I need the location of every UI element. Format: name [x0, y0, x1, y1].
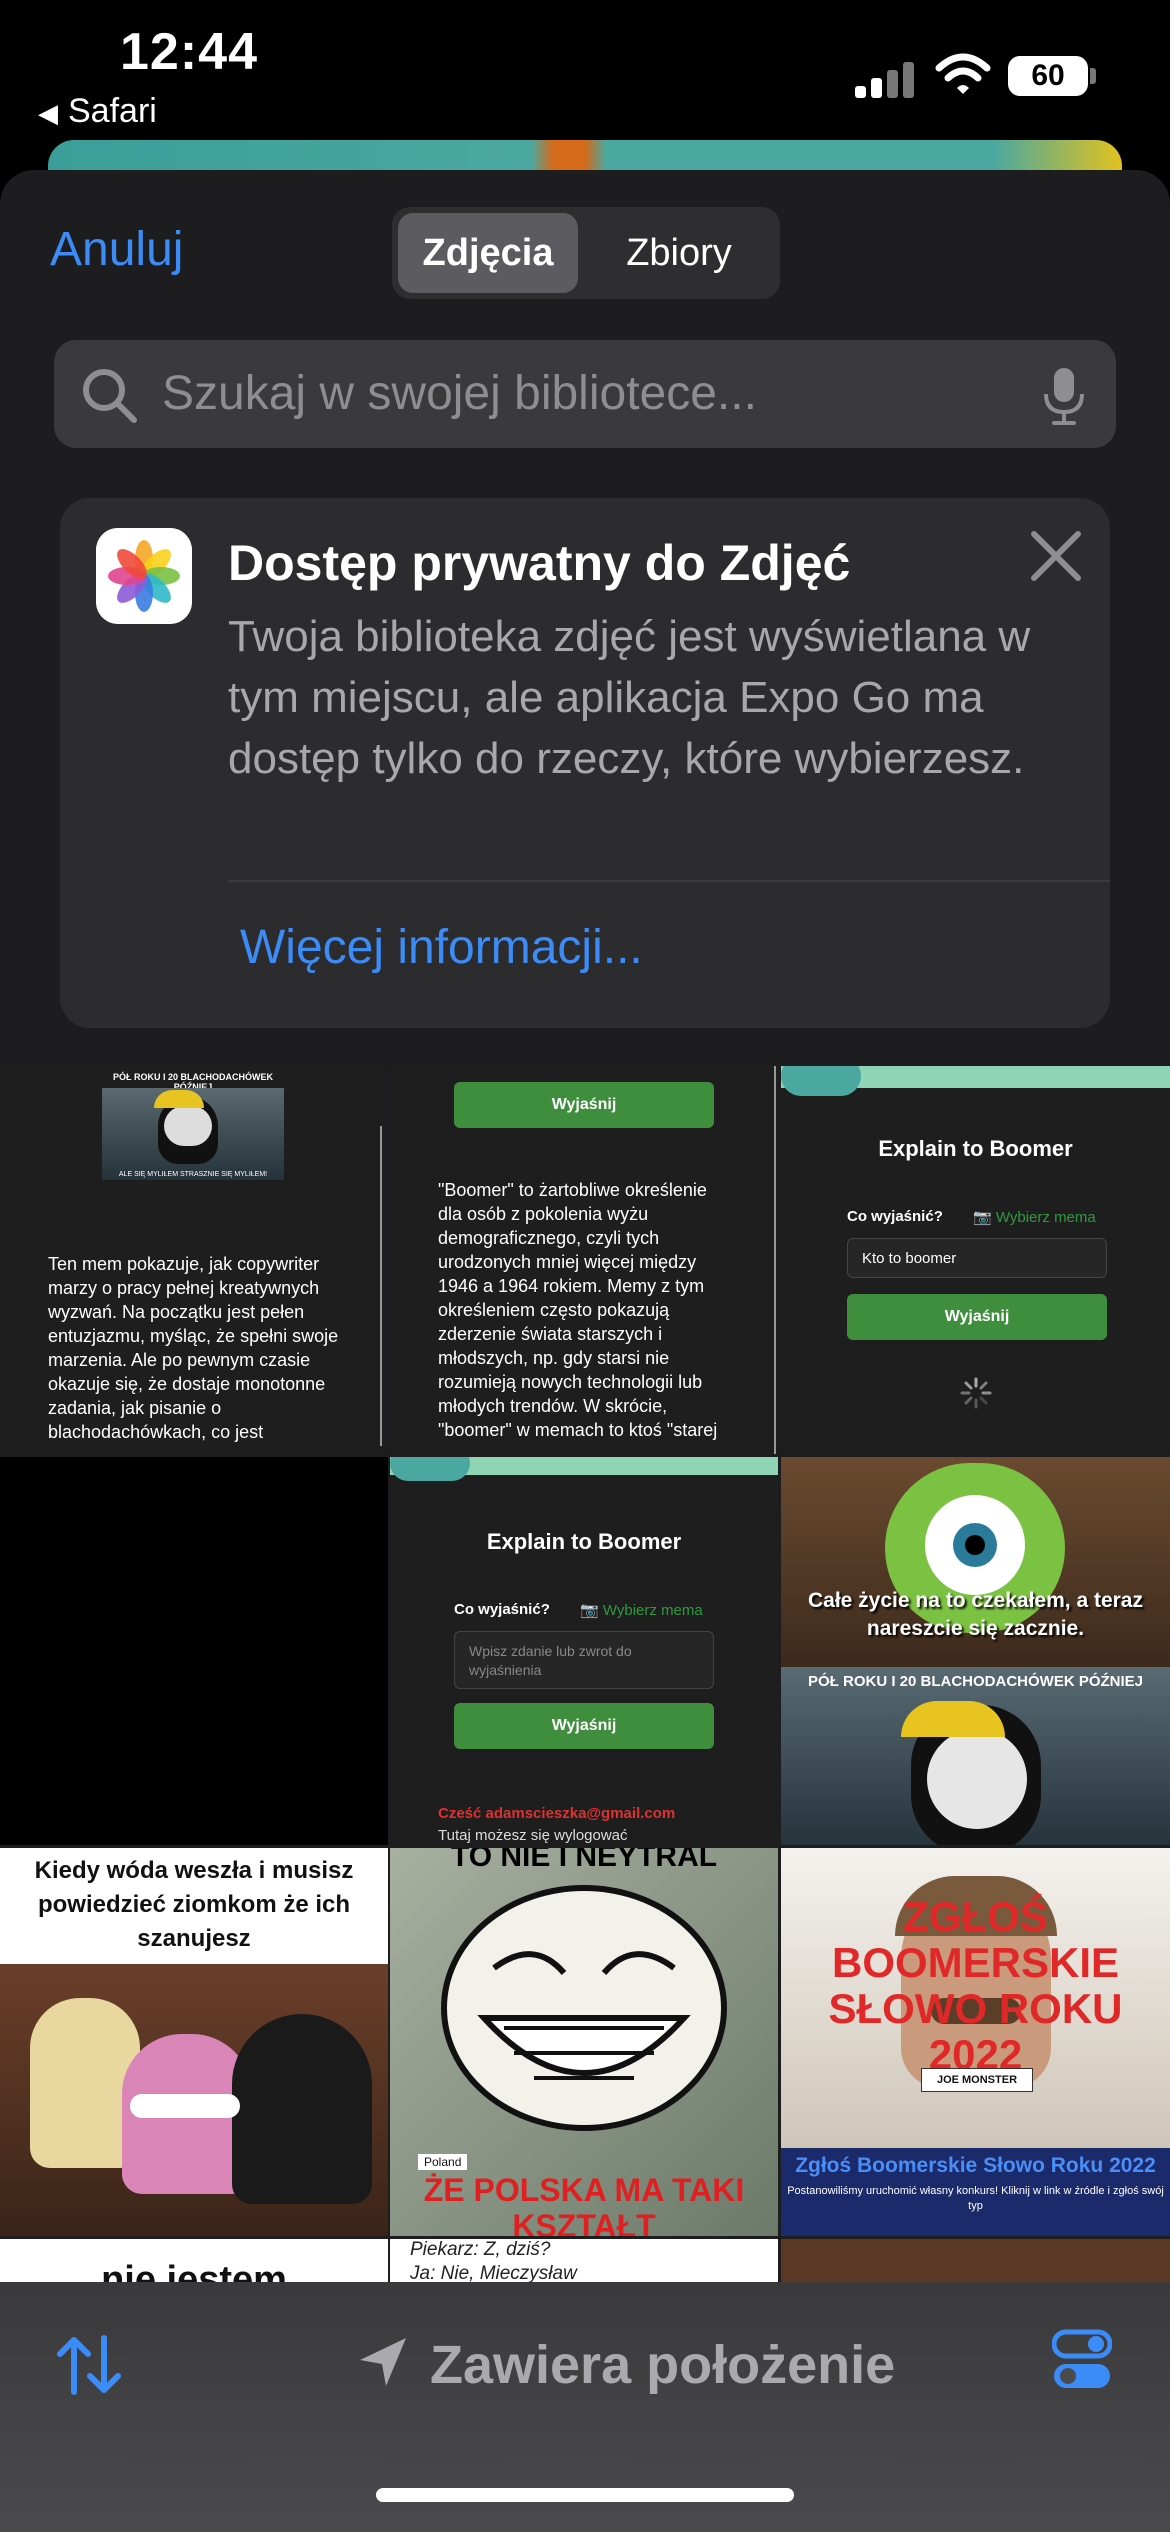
location-arrow-icon: [360, 2338, 406, 2386]
meme-caption: ŻE POLSKA MA TAKI KSZTAŁT: [423, 2172, 745, 2236]
sort-arrows-icon[interactable]: [56, 2334, 122, 2396]
meme-subtitle: ALE SIĘ MYLIŁEM STRASZNIE SIĘ MYLIŁEM!: [118, 1171, 268, 1178]
meme-text: Piekarz: Z, dziś?: [410, 2239, 551, 2260]
cancel-button[interactable]: Anuluj: [50, 222, 183, 277]
field-label: Co wyjaśnić?: [847, 1208, 943, 1225]
question-input: Wpisz zdanie lub zwrot do wyjaśnienia: [454, 1631, 714, 1689]
tab-photos[interactable]: Zdjęcia: [398, 213, 578, 293]
photo-thumbnail[interactable]: Całe życie na to czekałem, a teraz nares…: [781, 1457, 1170, 1845]
divider: [228, 880, 1110, 882]
photo-thumbnail[interactable]: ZGŁOŚ BOOMERSKIE SŁOWO ROKU 2022 JOE MON…: [781, 1848, 1170, 2236]
pick-meme-link: 📷 Wybierz mema: [580, 1602, 703, 1619]
photo-thumbnail[interactable]: TO NIE I NEYTRAL Poland ŻE POLSKA MA TAK…: [390, 1848, 778, 2236]
back-triangle-icon: ◀: [38, 98, 58, 128]
scrollbar: [380, 1126, 382, 1446]
brand-badge: JOE MONSTER: [921, 2068, 1033, 2092]
app-title: Explain to Boomer: [878, 1136, 1073, 1161]
privacy-card-body: Twoja biblioteka zdjęć jest wyświetlana …: [228, 612, 1031, 783]
meme-caption: Kiedy wóda weszła i musisz powiedzieć zi…: [34, 1857, 354, 1952]
trollface-image: [441, 1885, 727, 2131]
scrollbar: [774, 1066, 776, 1454]
greeting-text: Cześć adamscieszka@gmail.com: [438, 1805, 676, 1822]
meme-description: Postanowiliśmy uruchomić własny konkurs!…: [787, 2185, 1164, 2212]
photo-thumbnail[interactable]: Wyjaśnij "Boomer" to żartobliwe określen…: [390, 1066, 778, 1454]
back-app-label: Safari: [68, 92, 157, 130]
field-label: Co wyjaśnić?: [454, 1601, 550, 1618]
photo-thumbnail[interactable]: Explain to Boomer Co wyjaśnić? 📷 Wybierz…: [390, 1457, 778, 1845]
location-filter-label[interactable]: Zawiera położenie: [430, 2334, 895, 2396]
battery-nub: [1090, 68, 1096, 84]
meme-subtitle: Zgłoś Boomerskie Słowo Roku 2022: [795, 2154, 1156, 2177]
home-indicator: [376, 2488, 794, 2502]
photo-thumbnail[interactable]: PÓŁ ROKU I 20 BLACHODACHÓWEK PÓŹNIEJ ALE…: [0, 1066, 388, 1454]
tab-collections[interactable]: Zbiory: [584, 213, 774, 293]
photo-thumbnail[interactable]: [0, 1457, 388, 1845]
more-info-link[interactable]: Więcej informacji...: [240, 920, 643, 975]
explanation-text: "Boomer" to żartobliwe określenie dla os…: [438, 1180, 718, 1440]
app-title: Explain to Boomer: [486, 1529, 682, 1554]
loading-spinner-icon: [960, 1377, 992, 1409]
photo-thumbnail[interactable]: Kiedy wóda weszła i musisz powiedzieć zi…: [0, 1848, 388, 2236]
cellular-signal-icon: [855, 58, 915, 98]
battery-indicator: 60: [1008, 56, 1088, 96]
explanation-text: Ten mem pokazuje, jak copywriter marzy o…: [48, 1254, 339, 1442]
meme-caption: PÓŁ ROKU I 20 BLACHODACHÓWEK PÓŹNIEJ: [807, 1673, 1144, 1690]
back-to-app-link[interactable]: ◀ Safari: [38, 92, 157, 131]
photos-app-icon: [96, 528, 192, 624]
wifi-icon: [935, 53, 991, 94]
map-label: Poland: [418, 2154, 468, 2170]
photo-thumbnail[interactable]: Explain to Boomer Co wyjaśnić? 📷 Wybierz…: [781, 1066, 1170, 1454]
meme-caption: TO NIE I NEYTRAL: [450, 1848, 718, 1873]
microphone-icon[interactable]: [1042, 366, 1086, 426]
privacy-card-title: Dostęp prywatny do Zdjęć: [228, 535, 851, 591]
explain-button: Wyjaśnij: [454, 1082, 714, 1128]
explain-button: Wyjaśnij: [847, 1294, 1107, 1340]
meme-headline: ZGŁOŚ BOOMERSKIE SŁOWO ROKU 2022: [828, 1893, 1123, 2078]
close-icon[interactable]: [1026, 526, 1086, 586]
meme-caption: Całe życie na to czekałem, a teraz nares…: [807, 1589, 1143, 1640]
search-icon: [83, 369, 137, 423]
explain-button: Wyjaśnij: [454, 1703, 714, 1749]
pick-meme-link: 📷 Wybierz mema: [973, 1209, 1096, 1226]
status-time: 12:44: [120, 23, 258, 81]
meme-image: ALE SIĘ MYLIŁEM STRASZNIE SIĘ MYLIŁEM!: [102, 1088, 284, 1180]
search-placeholder: Szukaj w swojej bibliotece...: [162, 367, 757, 420]
meme-caption: PÓŁ ROKU I 20 BLACHODACHÓWEK PÓŹNIEJ: [112, 1072, 273, 1092]
options-toggle-icon[interactable]: [1052, 2328, 1112, 2392]
logout-text: Tutaj możesz się wylogować: [438, 1827, 628, 1844]
question-input: Kto to boomer: [847, 1238, 1107, 1278]
